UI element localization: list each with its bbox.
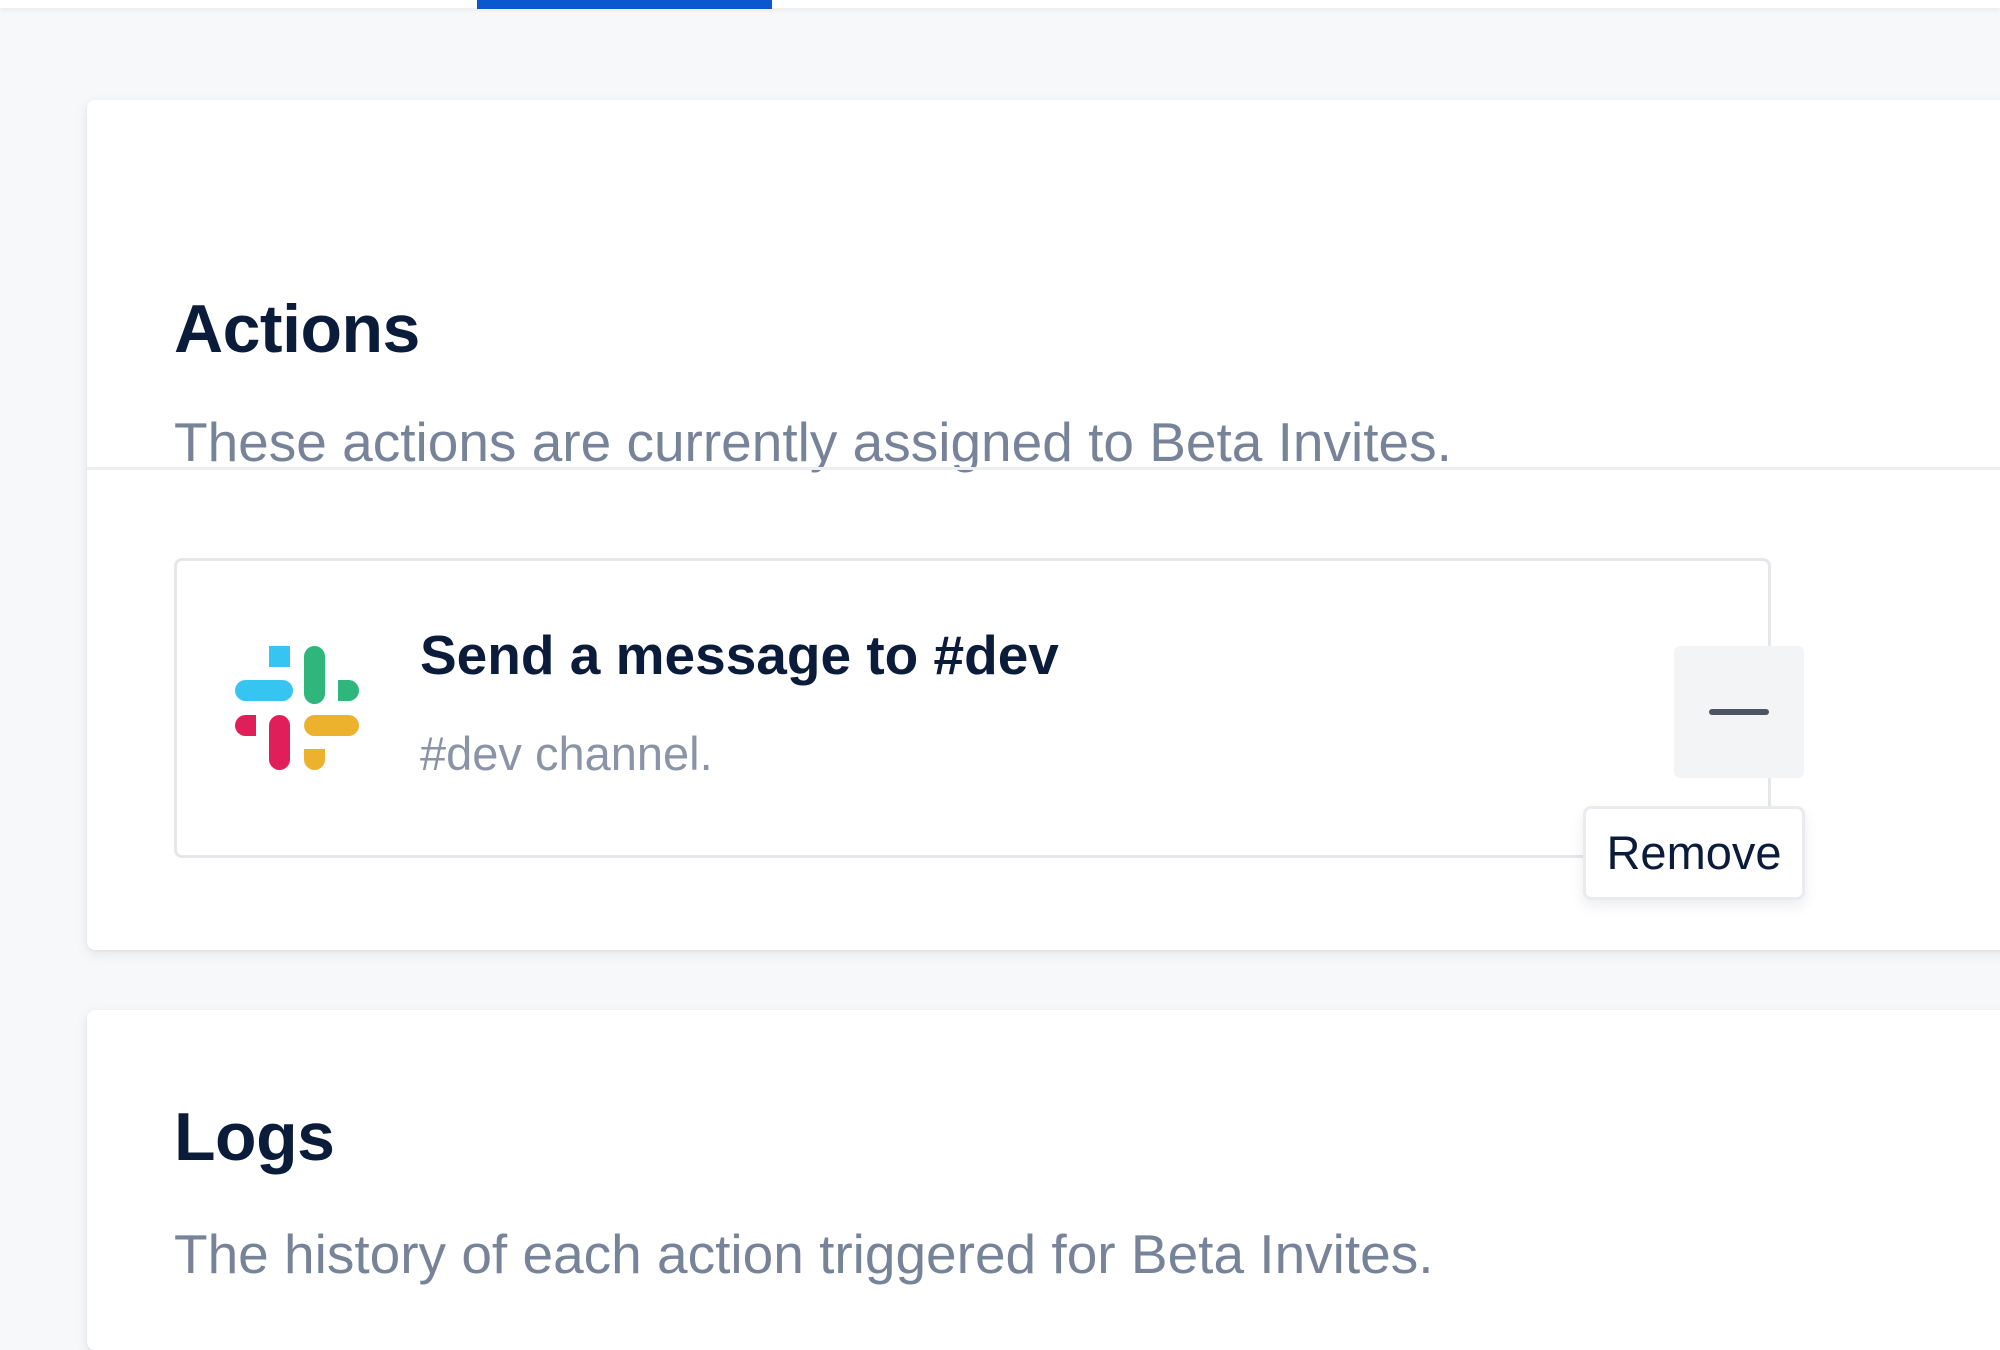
logs-card: [87, 1010, 2000, 1350]
actions-section-title: Actions: [174, 291, 420, 367]
section-divider: [87, 467, 2000, 470]
logs-section-title: Logs: [174, 1099, 335, 1175]
remove-tooltip: Remove: [1583, 806, 1805, 900]
actions-section-description: These actions are currently assigned to …: [174, 411, 1452, 473]
minus-icon: [1709, 709, 1769, 715]
active-tab-indicator: [477, 0, 772, 9]
action-title: Send a message to #dev: [420, 624, 1059, 686]
action-item-slack-message: Send a message to #dev #dev channel.: [174, 558, 1804, 858]
slack-icon: [235, 646, 359, 770]
action-subtitle: #dev channel.: [420, 727, 713, 780]
logs-section-description: The history of each action triggered for…: [174, 1223, 1434, 1285]
remove-action-button[interactable]: [1674, 646, 1804, 778]
top-navigation-bar: [0, 0, 2000, 8]
